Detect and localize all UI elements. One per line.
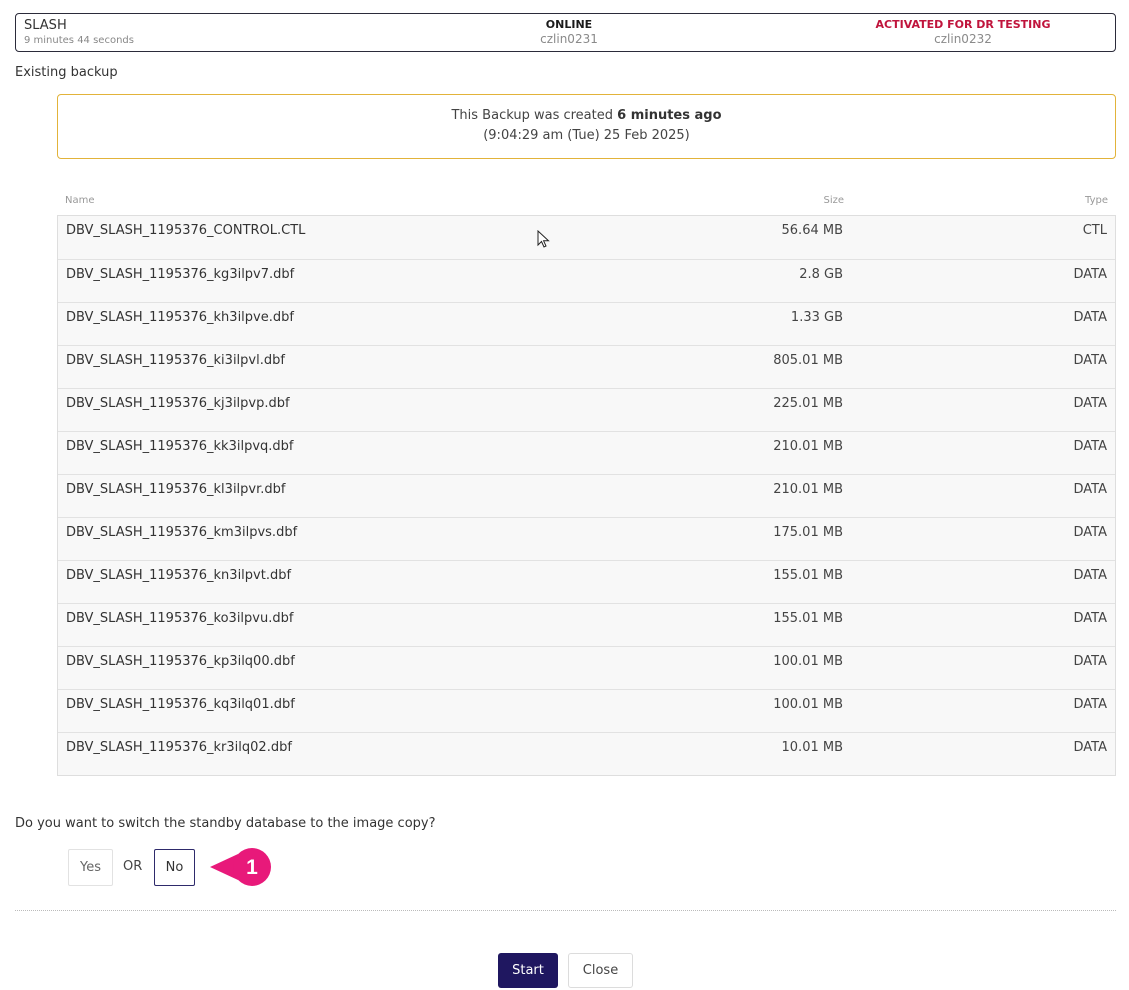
file-name-cell: DBV_SLASH_1195376_kn3ilpvt.dbf [66,568,292,583]
database-name: SLASH [24,18,67,33]
file-name-cell: DBV_SLASH_1195376_kq3ilq01.dbf [66,697,295,712]
table-row: DBV_SLASH_1195376_kg3ilpv7.dbf 2.8 GB DATA [58,259,1115,302]
file-type-cell: CTL [1082,223,1107,238]
backup-age-prefix: This Backup was created [451,108,618,123]
header-size: Size [823,195,844,206]
backup-age: 6 minutes ago [617,108,722,123]
file-name-cell: DBV_SLASH_1195376_CONTROL.CTL [66,223,306,238]
or-label: OR [123,859,143,874]
table-row: DBV_SLASH_1195376_kk3ilpvq.dbf 210.01 MB D… [58,431,1115,474]
standby-status: ACTIVATED FOR DR TESTING czlin0232 [843,18,1083,46]
table-row: DBV_SLASH_1195376_ko3ilpvu.dbf 155.01 MB D… [58,603,1115,646]
callout-number: 1 [246,856,258,879]
file-name-cell: DBV_SLASH_1195376_ki3ilpvl.dbf [66,353,285,368]
file-name-cell: DBV_SLASH_1195376_kh3ilpve.dbf [66,310,294,325]
file-type-cell: DATA [1073,482,1108,497]
file-type-cell: DATA [1073,353,1108,368]
status-bar: SLASH 9 minutes 44 seconds ONLINE czlin0… [15,13,1116,52]
primary-status-label: ONLINE [545,18,593,31]
table-row: DBV_SLASH_1195376_kh3ilpve.dbf 1.33 GB DAT… [58,302,1115,345]
file-size-cell: 155.01 MB [773,568,843,583]
header-type: Type [1085,195,1108,206]
file-size-cell: 225.01 MB [773,396,843,411]
table-row: DBV_SLASH_1195376_km3ilpvs.dbf 175.01 MB D… [58,517,1115,560]
file-size-cell: 56.64 MB [781,223,843,238]
start-button[interactable]: Start [498,953,558,988]
file-name-cell: DBV_SLASH_1195376_km3ilpvs.dbf [66,525,298,540]
primary-status: ONLINE czlin0231 [449,18,689,46]
primary-host: czlin0231 [540,32,598,46]
callout-marker: 1 [210,848,271,886]
file-size-cell: 1.33 GB [790,310,843,325]
table-body: DBV_SLASH_1195376_CONTROL.CTL 56.64 MB CTL… [57,215,1116,776]
file-size-cell: 210.01 MB [773,482,843,497]
file-type-cell: DATA [1073,439,1108,454]
table-row: DBV_SLASH_1195376_ki3ilpvl.dbf 805.01 MB D… [58,345,1115,388]
file-name-cell: DBV_SLASH_1195376_kj3ilpvp.dbf [66,396,290,411]
file-size-cell: 2.8 GB [799,267,843,282]
file-type-cell: DATA [1073,525,1108,540]
header-name: Name [65,195,95,206]
file-type-cell: DATA [1073,310,1108,325]
file-size-cell: 100.01 MB [773,697,843,712]
table-row: DBV_SLASH_1195376_CONTROL.CTL 56.64 MB CTL [58,216,1115,259]
file-type-cell: DATA [1073,568,1108,583]
file-name-cell: DBV_SLASH_1195376_kl3ilpvr.dbf [66,482,286,497]
file-name-cell: DBV_SLASH_1195376_kk3ilpvq.dbf [66,439,294,454]
divider [15,910,1116,911]
no-button[interactable]: No [154,849,195,886]
mouse-cursor-icon [537,230,550,248]
section-title: Existing backup [15,65,118,80]
file-size-cell: 155.01 MB [773,611,843,626]
file-size-cell: 175.01 MB [773,525,843,540]
file-type-cell: DATA [1073,611,1108,626]
table-row: DBV_SLASH_1195376_kr3ilq02.dbf 10.01 MB DA… [58,732,1115,775]
backup-files-table: Name Size Type DBV_SLASH_1195376_CONTROL… [57,193,1116,776]
switch-question: Do you want to switch the standby databa… [15,816,436,831]
file-size-cell: 10.01 MB [781,740,843,755]
table-row: DBV_SLASH_1195376_kq3ilq01.dbf 100.01 MB D… [58,689,1115,732]
backup-notice: This Backup was created 6 minutes ago (9… [57,94,1116,159]
table-row: DBV_SLASH_1195376_kn3ilpvt.dbf 155.01 MB D… [58,560,1115,603]
file-name-cell: DBV_SLASH_1195376_kp3ilq00.dbf [66,654,295,669]
file-name-cell: DBV_SLASH_1195376_ko3ilpvu.dbf [66,611,294,626]
close-button[interactable]: Close [568,953,633,988]
file-type-cell: DATA [1073,267,1108,282]
backup-timestamp: (9:04:29 am (Tue) 25 Feb 2025) [483,128,690,143]
table-header: Name Size Type [57,193,1116,215]
file-type-cell: DATA [1073,697,1108,712]
table-row: DBV_SLASH_1195376_kp3ilq00.dbf 100.01 MB D… [58,646,1115,689]
file-name-cell: DBV_SLASH_1195376_kr3ilq02.dbf [66,740,292,755]
standby-status-label: ACTIVATED FOR DR TESTING [875,18,1051,31]
file-size-cell: 805.01 MB [773,353,843,368]
file-type-cell: DATA [1073,654,1108,669]
file-size-cell: 100.01 MB [773,654,843,669]
standby-host: czlin0232 [934,32,992,46]
file-name-cell: DBV_SLASH_1195376_kg3ilpv7.dbf [66,267,295,282]
file-size-cell: 210.01 MB [773,439,843,454]
table-row: DBV_SLASH_1195376_kj3ilpvp.dbf 225.01 MB D… [58,388,1115,431]
table-row: DBV_SLASH_1195376_kl3ilpvr.dbf 210.01 MB D… [58,474,1115,517]
file-type-cell: DATA [1073,396,1108,411]
yes-button[interactable]: Yes [68,849,113,886]
file-type-cell: DATA [1073,740,1108,755]
elapsed-time: 9 minutes 44 seconds [24,35,134,46]
backup-age-line: This Backup was created 6 minutes ago [58,108,1115,123]
